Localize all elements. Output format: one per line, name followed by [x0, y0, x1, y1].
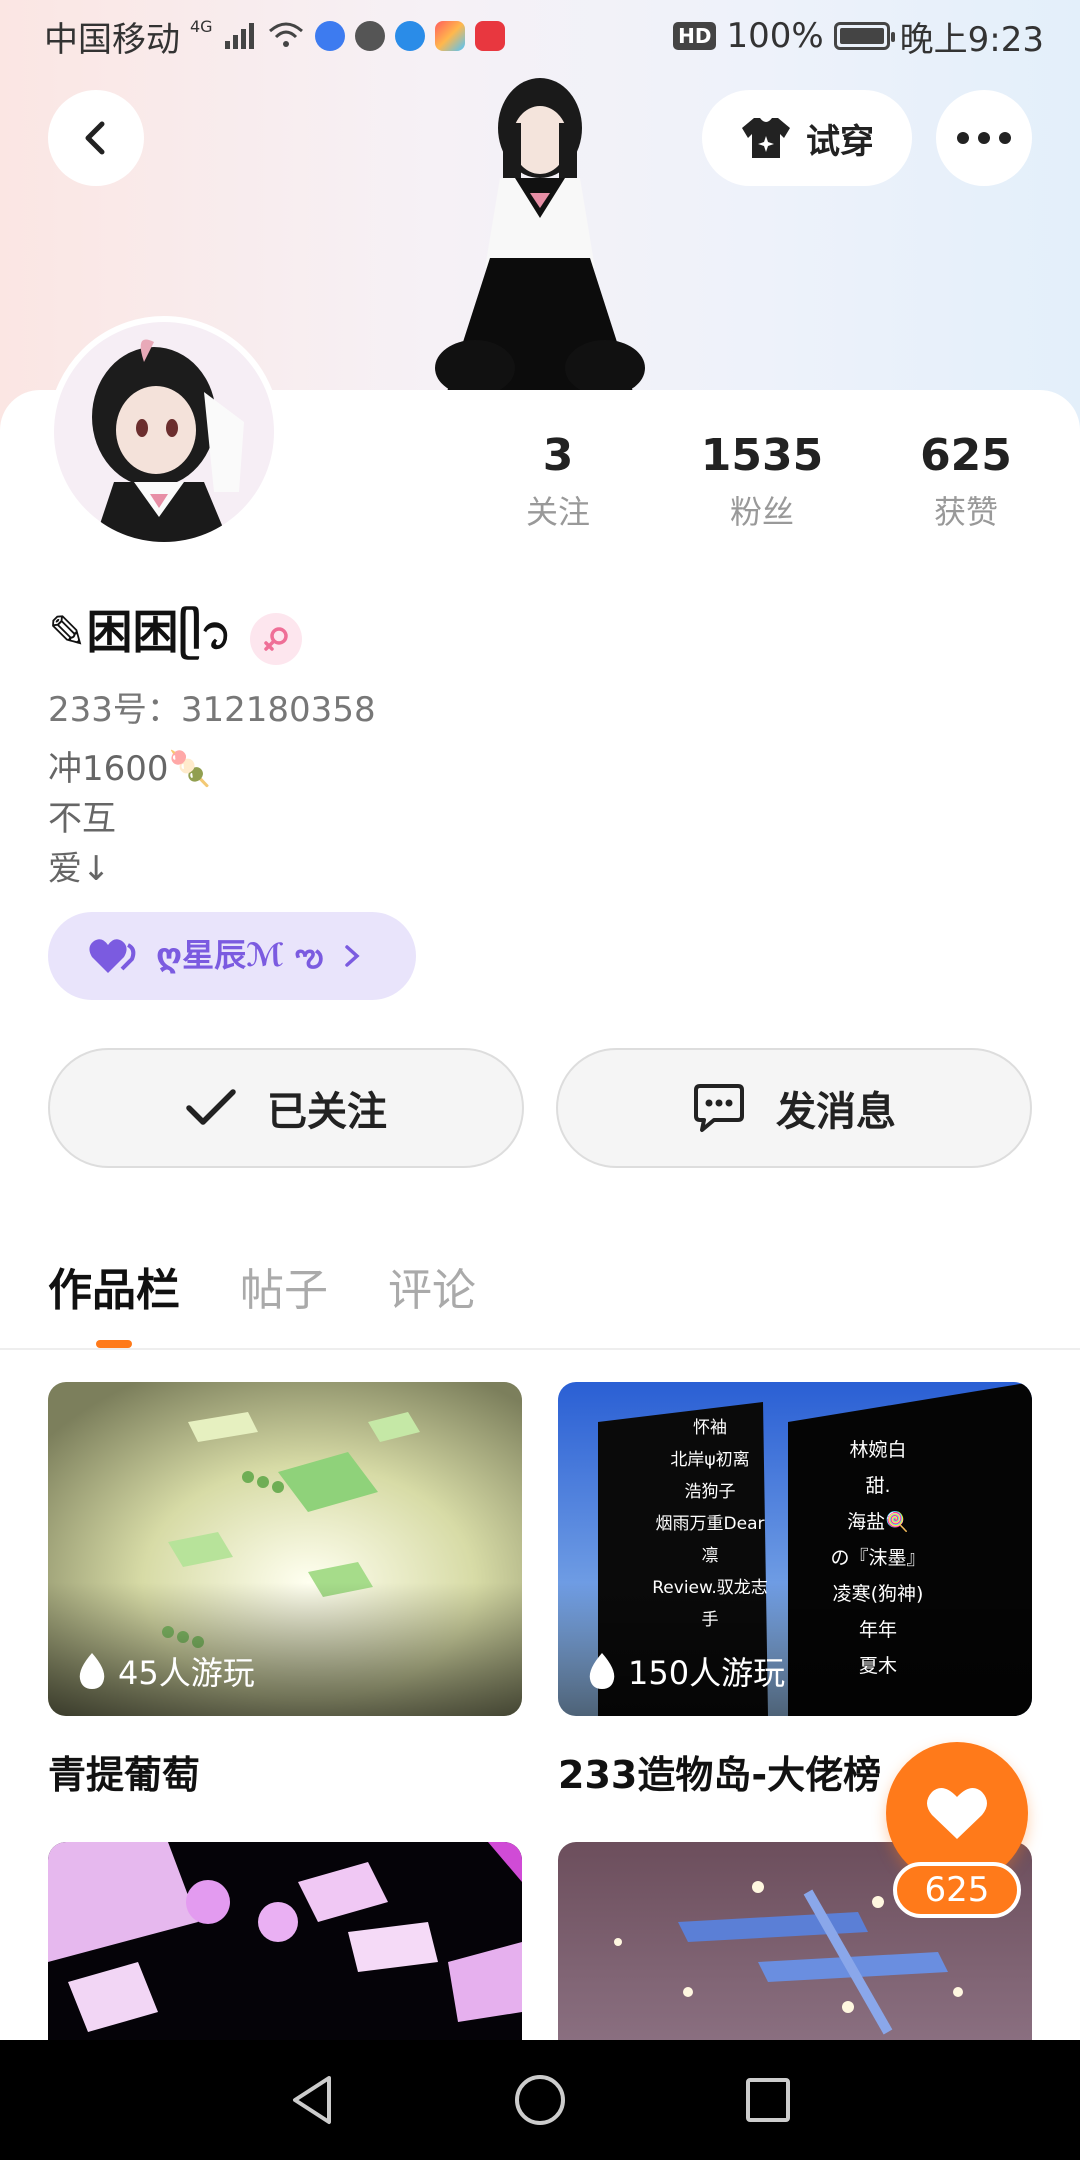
hd-badge: HD: [673, 22, 717, 50]
purple-heart-icon: [89, 939, 136, 973]
try-on-button[interactable]: 试穿: [702, 90, 912, 186]
username: ✎困困ᥫ᭡: [48, 605, 232, 659]
bio-line: 冲1600🍡: [48, 749, 211, 789]
leaderboard-left-text: 怀袖 北岸ψ初离 浩狗子 烟雨万重Dear 凛 Review.驭龙志 手: [650, 1412, 770, 1636]
game-title[interactable]: 青提葡萄: [48, 1744, 200, 1799]
board-text: 浩狗子: [684, 1482, 736, 1502]
more-button[interactable]: [936, 90, 1032, 186]
following-count: 3: [542, 430, 574, 481]
board-text: の『沫墨』: [830, 1547, 926, 1569]
followed-button[interactable]: 已关注: [48, 1048, 524, 1168]
divider: [0, 1348, 1080, 1350]
signal-icon: [224, 23, 254, 49]
board-text: 凛: [701, 1546, 719, 1566]
tab-works[interactable]: 作品栏: [48, 1254, 180, 1318]
username-row: ✎困困ᥫ᭡: [48, 596, 302, 682]
board-text: 怀袖: [693, 1418, 727, 1438]
board-text: 凌寒(狗神): [832, 1583, 924, 1605]
wechat-icon: [354, 21, 385, 51]
bio: 冲1600🍡 不互 爱↓: [48, 744, 211, 894]
user-id[interactable]: 233号：312180358: [48, 682, 376, 731]
stat-following[interactable]: 3 关注: [478, 430, 638, 533]
avatar-3d-figure: [435, 78, 645, 398]
board-text: Review.驭龙志: [652, 1578, 768, 1598]
fans-count: 1535: [700, 430, 824, 481]
fire-icon: [79, 1653, 105, 1689]
more-dots-icon: [957, 132, 1011, 144]
clock: 晚上9:23: [899, 19, 1044, 60]
send-message-label: 发消息: [776, 1089, 896, 1135]
heart-icon: [927, 1788, 987, 1839]
game-title[interactable]: 233造物岛-大佬榜: [558, 1744, 881, 1799]
nav-home-icon[interactable]: [512, 2072, 568, 2128]
fans-label: 粉丝: [729, 493, 794, 531]
back-button[interactable]: [48, 90, 144, 186]
shirt-icon: [742, 118, 790, 158]
status-bar: 中国移动 4G HD 100% 晚上9:23: [0, 0, 1080, 72]
board-text: 海盐🍭: [847, 1511, 909, 1533]
board-text: 烟雨万重Dear: [655, 1514, 765, 1534]
back-arrow-icon: [85, 121, 105, 155]
board-text: 手: [701, 1610, 719, 1630]
chat-bubble-icon: [694, 1084, 744, 1132]
bio-line: 不互: [48, 799, 116, 839]
app-store-icon: [434, 21, 465, 51]
likes-label: 获赞: [933, 493, 998, 531]
send-message-button[interactable]: 发消息: [556, 1048, 1032, 1168]
play-count: 45人游玩: [76, 1648, 255, 1694]
avatar-image: [54, 322, 274, 542]
game-card[interactable]: 怀袖 北岸ψ初离 浩狗子 烟雨万重Dear 凛 Review.驭龙志 手 林婉白…: [558, 1382, 1032, 1716]
chevron-right-icon: [345, 945, 360, 967]
play-count: 150人游玩: [586, 1648, 785, 1694]
carrier-label: 中国移动: [44, 19, 180, 60]
like-count: 625: [893, 1862, 1021, 1918]
likes-count: 625: [920, 430, 1012, 481]
followed-label: 已关注: [267, 1089, 387, 1135]
board-text: 夏木: [858, 1655, 897, 1677]
board-text: 年年: [858, 1619, 897, 1641]
game-card[interactable]: 45人游玩: [48, 1382, 522, 1716]
nav-recents-icon[interactable]: [743, 2075, 793, 2125]
game-thumbnail: [48, 1842, 522, 2040]
try-on-label: 试穿: [806, 121, 874, 162]
battery-icon: [833, 22, 895, 50]
check-icon: [186, 1089, 236, 1125]
stat-fans[interactable]: 1535 粉丝: [682, 430, 842, 533]
stat-likes[interactable]: 625 获赞: [886, 430, 1046, 533]
content-tabs: 作品栏 帖子 评论: [48, 1254, 476, 1318]
game-card[interactable]: [48, 1842, 522, 2040]
board-text: 北岸ψ初离: [670, 1450, 750, 1470]
play-count-label: 150人游玩: [628, 1654, 786, 1692]
system-navigation-bar: [0, 2040, 1080, 2160]
club-name: ღ星辰ℳ ఌ: [156, 936, 324, 974]
avatar[interactable]: [48, 316, 280, 548]
huawei-icon: [474, 21, 505, 51]
following-label: 关注: [525, 493, 590, 531]
network-type: 4G: [190, 16, 213, 36]
wifi-icon: [268, 22, 303, 47]
nav-back-icon[interactable]: [287, 2072, 337, 2128]
tab-posts[interactable]: 帖子: [240, 1254, 328, 1318]
tab-indicator: [96, 1340, 132, 1348]
bio-line: 爱↓: [48, 849, 111, 889]
club-badge-button[interactable]: ღ星辰ℳ ఌ: [48, 912, 416, 1000]
fire-icon: [589, 1653, 615, 1689]
browser-icon: [394, 21, 425, 51]
board-text: 林婉白: [849, 1439, 907, 1461]
board-text: 甜.: [865, 1475, 891, 1497]
battery-percent: 100%: [726, 16, 824, 56]
female-icon: [249, 613, 302, 665]
tab-comments[interactable]: 评论: [388, 1254, 476, 1318]
leaderboard-right-text: 林婉白 甜. 海盐🍭 の『沫墨』 凌寒(狗神) 年年 夏木: [788, 1432, 968, 1684]
music-app-icon: [314, 21, 345, 51]
play-count-label: 45人游玩: [118, 1654, 255, 1692]
